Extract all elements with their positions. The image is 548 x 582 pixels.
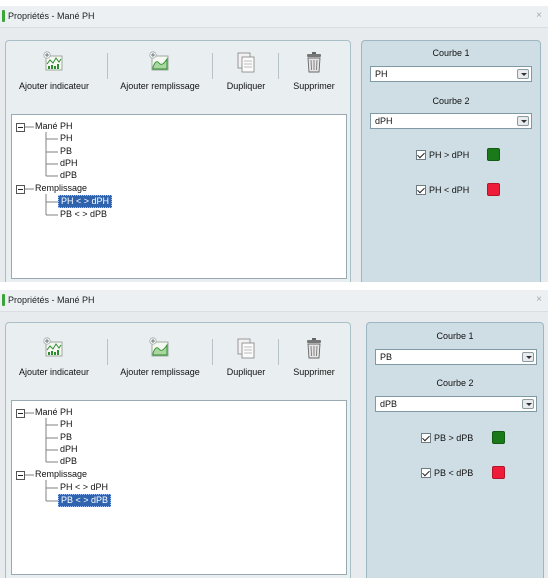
indicator-tree[interactable]: Mané PH PH PB dPH dPB Remplissage PH < >… [11, 400, 347, 575]
delete-label: Supprimer [293, 81, 335, 91]
chart-add-fill-icon [149, 51, 169, 71]
chevron-down-icon[interactable] [522, 352, 534, 362]
curve1-select[interactable]: PH [370, 66, 532, 82]
tree-node-fill-root[interactable]: Remplissage [35, 183, 87, 194]
duplicate-pages-icon [237, 338, 255, 359]
delete-label: Supprimer [293, 367, 335, 377]
add-fill-button[interactable]: Ajouter remplissage [114, 335, 206, 377]
tree-node-child[interactable]: PH [60, 419, 73, 430]
tree-node-child[interactable]: PB [60, 146, 72, 157]
tree-collapse-box-icon[interactable] [16, 409, 25, 418]
above-color-swatch[interactable] [487, 148, 500, 161]
tree-node-child[interactable]: dPH [60, 444, 78, 455]
tree-node-fill-selected[interactable]: PB < > dPB [58, 494, 112, 507]
delete-button[interactable]: Supprimer [286, 335, 342, 377]
tree-node-child[interactable]: dPH [60, 158, 78, 169]
duplicate-pages-icon [237, 52, 255, 73]
tree-node-fill[interactable]: PB < > dPB [60, 209, 107, 220]
below-color-swatch[interactable] [492, 466, 505, 479]
trash-bin-icon [307, 52, 321, 73]
above-checkbox[interactable] [421, 433, 431, 443]
close-icon[interactable]: × [536, 294, 542, 305]
indicator-panel: Ajouter indicateur Ajouter remplissage D [5, 322, 351, 578]
tree-node-root[interactable]: Mané PH [35, 407, 73, 418]
duplicate-label: Dupliquer [226, 81, 266, 91]
toolbar-divider [278, 53, 279, 79]
tree-node-child[interactable]: dPB [60, 456, 77, 467]
toolbar-divider [212, 53, 213, 79]
chart-add-indicator-icon [43, 51, 63, 71]
toolbar-divider [212, 339, 213, 365]
chart-add-fill-icon [149, 337, 169, 357]
curve2-select[interactable]: dPH [370, 113, 532, 129]
add-indicator-button[interactable]: Ajouter indicateur [10, 335, 98, 377]
tree-node-fill[interactable]: PH < > dPH [60, 482, 108, 493]
add-fill-label: Ajouter remplissage [120, 81, 200, 91]
curve2-value: dPH [375, 116, 393, 126]
tree-node-child[interactable]: dPB [60, 170, 77, 181]
above-checkbox-label: PB > dPB [434, 433, 474, 443]
toolbar-divider [278, 339, 279, 365]
toolbar-divider [107, 339, 108, 365]
properties-dialog: Propriétés - Mané PH × Ajouter indicateu… [0, 6, 548, 282]
trash-bin-icon [307, 338, 321, 359]
below-checkbox-label: PB < dPB [434, 468, 474, 478]
window-title: Propriétés - Mané PH [8, 11, 95, 21]
chevron-down-icon[interactable] [522, 399, 534, 409]
below-checkbox[interactable] [416, 185, 426, 195]
delete-button[interactable]: Supprimer [286, 49, 342, 91]
chevron-down-icon[interactable] [517, 116, 529, 126]
title-bar: Propriétés - Mané PH × [0, 6, 548, 28]
curve1-value: PB [380, 352, 393, 362]
curve2-select[interactable]: dPB [375, 396, 537, 412]
above-color-swatch[interactable] [492, 431, 505, 444]
curve1-select[interactable]: PB [375, 349, 537, 365]
add-indicator-label: Ajouter indicateur [18, 367, 90, 377]
properties-dialog: Propriétés - Mané PH × Ajouter indicateu… [0, 290, 548, 578]
toolbar-divider [107, 53, 108, 79]
curve1-label: Courbe 1 [436, 331, 474, 341]
tree-collapse-box-icon[interactable] [16, 185, 25, 194]
curve1-value: PH [375, 69, 388, 79]
tree-node-child[interactable]: PH [60, 133, 73, 144]
below-color-swatch[interactable] [487, 183, 500, 196]
curve2-value: dPB [380, 399, 398, 409]
above-checkbox-label: PH > dPH [429, 150, 470, 160]
add-fill-label: Ajouter remplissage [120, 367, 200, 377]
title-bar: Propriétés - Mané PH × [0, 290, 548, 312]
add-indicator-label: Ajouter indicateur [18, 81, 90, 91]
close-icon[interactable]: × [536, 10, 542, 21]
tree-node-root[interactable]: Mané PH [35, 121, 73, 132]
add-indicator-button[interactable]: Ajouter indicateur [10, 49, 98, 91]
tree-collapse-box-icon[interactable] [16, 123, 25, 132]
fill-settings-panel: Courbe 1 PH Courbe 2 dPH PH > dPH PH < d… [361, 40, 541, 282]
curve2-label: Courbe 2 [432, 96, 470, 106]
duplicate-button[interactable]: Dupliquer [218, 335, 274, 377]
add-fill-button[interactable]: Ajouter remplissage [114, 49, 206, 91]
duplicate-label: Dupliquer [226, 367, 266, 377]
fill-settings-panel: Courbe 1 PB Courbe 2 dPB PB > dPB PB < d… [366, 322, 544, 578]
tree-collapse-box-icon[interactable] [16, 471, 25, 480]
curve2-label: Courbe 2 [436, 378, 474, 388]
indicator-panel: Ajouter indicateur Ajouter remplissage D [5, 40, 351, 282]
tree-node-fill-selected[interactable]: PH < > dPH [58, 195, 113, 208]
above-checkbox[interactable] [416, 150, 426, 160]
window-title: Propriétés - Mané PH [8, 295, 95, 305]
curve1-label: Courbe 1 [432, 48, 470, 58]
below-checkbox-label: PH < dPH [429, 185, 470, 195]
window-icon [2, 294, 5, 306]
chevron-down-icon[interactable] [517, 69, 529, 79]
indicator-tree[interactable]: Mané PH PH PB dPH dPB Remplissage PH < >… [11, 114, 347, 279]
window-icon [2, 10, 5, 22]
below-checkbox[interactable] [421, 468, 431, 478]
chart-add-indicator-icon [43, 337, 63, 357]
tree-node-fill-root[interactable]: Remplissage [35, 469, 87, 480]
tree-node-child[interactable]: PB [60, 432, 72, 443]
duplicate-button[interactable]: Dupliquer [218, 49, 274, 91]
